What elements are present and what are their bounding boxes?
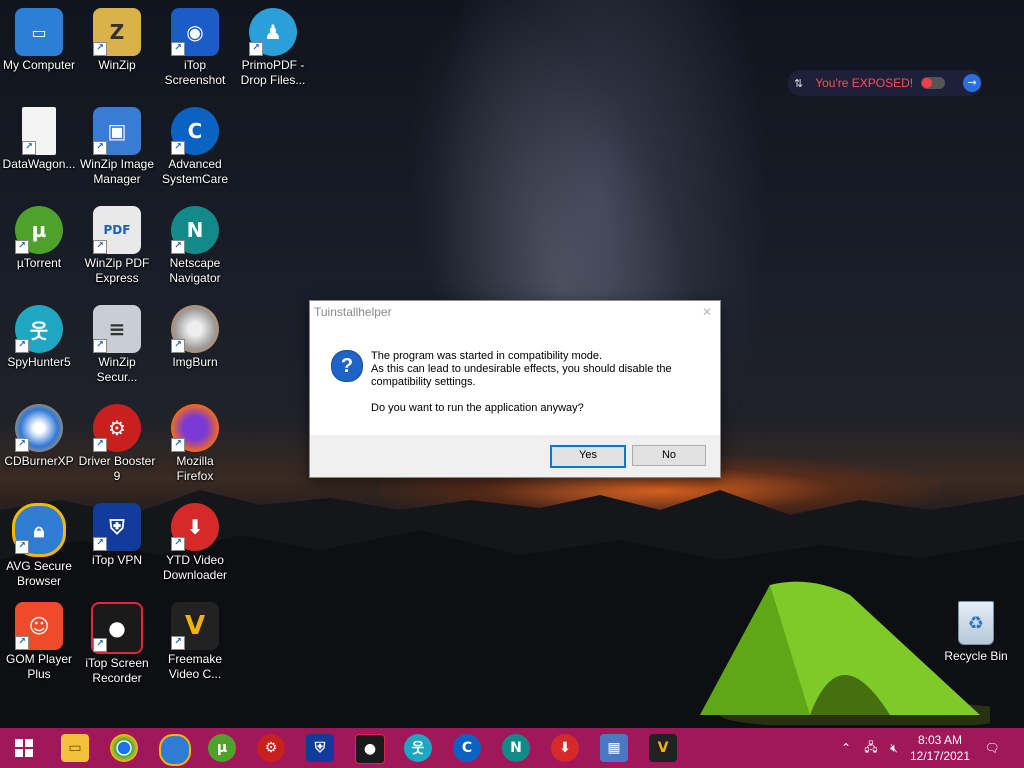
taskbar-file-explorer[interactable]: ▭ [61, 734, 89, 762]
desktop-icon-itop-screen-recorder[interactable]: ● ↗ iTop Screen Recorder [78, 602, 156, 686]
desktop-icon-avg-secure-browser[interactable]: 🔒︎ ↗ AVG Secure Browser [0, 503, 78, 589]
taskbar: ▭ µ ⚙ ⛨ ● 웃 C N ⬇ ▦ V ⌃ 🖧︎ 🔇︎ 8:03 AM 12… [0, 728, 1024, 768]
winzip-icon: Z ↗ [93, 8, 141, 56]
exposed-widget[interactable]: ⇅ You're EXPOSED! → [788, 70, 982, 96]
taskbar-utorrent[interactable]: µ [208, 734, 236, 762]
chevron-up-icon[interactable]: ⌃ [836, 728, 856, 768]
pdf-icon: PDF ↗ [93, 206, 141, 254]
desktop-icon-recycle-bin[interactable]: ♻ Recycle Bin [940, 601, 1012, 663]
utorrent-icon: µ ↗ [15, 206, 63, 254]
netscape-icon: N ↗ [171, 206, 219, 254]
volume-muted-icon[interactable]: 🔇︎ [884, 728, 904, 768]
network-icon[interactable]: 🖧︎ [860, 728, 882, 768]
avg-browser-icon: 🔒︎ ↗ [12, 503, 66, 557]
taskbar-advanced-systemcare[interactable]: C [453, 734, 481, 762]
clock-date: 12/17/2021 [909, 749, 971, 763]
desktop-icon-cdburnerxp[interactable]: ↗ CDBurnerXP [0, 404, 78, 469]
desktop-icon-advanced-systemcare[interactable]: C ↗ Advanced SystemCare [156, 107, 234, 187]
taskbar-netscape[interactable]: N [502, 734, 530, 762]
cdburner-icon: ↗ [15, 404, 63, 452]
freemake-icon: V ↗ [171, 602, 219, 650]
dialog-question: Do you want to run the application anywa… [371, 402, 584, 414]
taskbar-spyhunter[interactable]: 웃 [404, 734, 432, 762]
desktop-icon-imgburn[interactable]: ↗ ImgBurn [156, 305, 234, 370]
dialog-titlebar[interactable]: Tuinstallhelper ✕ [310, 301, 720, 324]
taskbar-ytd[interactable]: ⬇ [551, 734, 579, 762]
question-icon: ? [331, 350, 363, 382]
desktop-icon-winzip-secure[interactable]: ≡ ↗ WinZip Secur... [78, 305, 156, 385]
notification-icon[interactable]: 🗨︎ [980, 728, 1004, 768]
signal-icon: ⇅ [794, 76, 804, 90]
desktop-icon-netscape-navigator[interactable]: N ↗ Netscape Navigator [156, 206, 234, 286]
gom-player-icon: ☺ ↗ [15, 602, 63, 650]
desktop-icon-itop-vpn[interactable]: ⛨ ↗ iTop VPN [78, 503, 156, 568]
windows-logo-icon [15, 739, 33, 757]
vpn-shield-icon: ⛨ ↗ [93, 503, 141, 551]
driver-booster-icon: ⚙ ↗ [93, 404, 141, 452]
taskbar-freemake[interactable]: V [649, 734, 677, 762]
taskbar-screen-recorder[interactable]: ● [355, 734, 385, 764]
file-icon: ↗ [22, 107, 56, 155]
recycle-bin-icon: ♻ [958, 601, 994, 645]
desktop-icon-winzip-image-manager[interactable]: ▣ ↗ WinZip Image Manager [78, 107, 156, 187]
winzip-secure-icon: ≡ ↗ [93, 305, 141, 353]
no-button[interactable]: No [632, 445, 706, 466]
dialog-title: Tuinstallhelper [314, 305, 392, 319]
monitor-icon: ▭ [15, 8, 63, 56]
taskbar-avg-browser[interactable] [159, 734, 191, 766]
desktop-icon-spyhunter5[interactable]: 웃 ↗ SpyHunter5 [0, 305, 78, 370]
spyhunter-icon: 웃 ↗ [15, 305, 63, 353]
clock-time: 8:03 AM [917, 733, 963, 747]
desktop-icon-winzip-pdf-express[interactable]: PDF ↗ WinZip PDF Express [78, 206, 156, 286]
taskbar-chrome[interactable] [110, 734, 138, 762]
desktop-icon-utorrent[interactable]: µ ↗ µTorrent [0, 206, 78, 271]
desktop-icon-ytd-video-downloader[interactable]: ⬇ ↗ YTD Video Downloader [156, 503, 234, 583]
desktop-icon-gom-player-plus[interactable]: ☺ ↗ GOM Player Plus [0, 602, 78, 682]
arrow-right-icon[interactable]: → [963, 74, 982, 92]
dialog-button-bar: Yes No [310, 435, 720, 477]
compatibility-dialog: Tuinstallhelper ✕ ? The program was star… [309, 300, 721, 478]
desktop-icon-driver-booster[interactable]: ⚙ ↗ Driver Booster 9 [78, 404, 156, 484]
taskbar-itop-vpn[interactable]: ⛨ [306, 734, 334, 762]
yes-button[interactable]: Yes [550, 445, 626, 468]
ytd-icon: ⬇ ↗ [171, 503, 219, 551]
taskbar-clock[interactable]: 8:03 AM 12/17/2021 [905, 732, 975, 764]
screen-recorder-icon: ● ↗ [91, 602, 143, 654]
dialog-message-line2: As this can lead to undesirable effects,… [371, 363, 672, 388]
camera-icon: ◉ ↗ [171, 8, 219, 56]
desktop-icon-my-computer[interactable]: ▭ My Computer [0, 8, 78, 73]
close-icon[interactable]: ✕ [702, 301, 712, 324]
desktop-icon-primopdf[interactable]: ♟ ↗ PrimoPDF - Drop Files... [234, 8, 312, 88]
systemcare-icon: C ↗ [171, 107, 219, 155]
desktop-icon-itop-screenshot[interactable]: ◉ ↗ iTop Screenshot [156, 8, 234, 88]
taskbar-driver-booster[interactable]: ⚙ [257, 734, 285, 762]
firefox-icon: ↗ [171, 404, 219, 452]
start-button[interactable] [10, 734, 38, 762]
dialog-message-line1: The program was started in compatibility… [371, 350, 603, 362]
image-manager-icon: ▣ ↗ [93, 107, 141, 155]
exposed-toggle[interactable] [921, 77, 946, 89]
exposed-text: You're EXPOSED! [815, 76, 914, 90]
primopdf-icon: ♟ ↗ [249, 8, 297, 56]
desktop-icon-freemake-video[interactable]: V ↗ Freemake Video C... [156, 602, 234, 682]
desktop-icon-winzip[interactable]: Z ↗ WinZip [78, 8, 156, 73]
desktop-icon-mozilla-firefox[interactable]: ↗ Mozilla Firefox [156, 404, 234, 484]
desktop-icon-datawagon[interactable]: ↗ DataWagon... [0, 107, 78, 172]
dialog-message: The program was started in compatibility… [371, 350, 711, 389]
taskbar-installer[interactable]: ▦ [600, 734, 628, 762]
imgburn-icon: ↗ [171, 305, 219, 353]
